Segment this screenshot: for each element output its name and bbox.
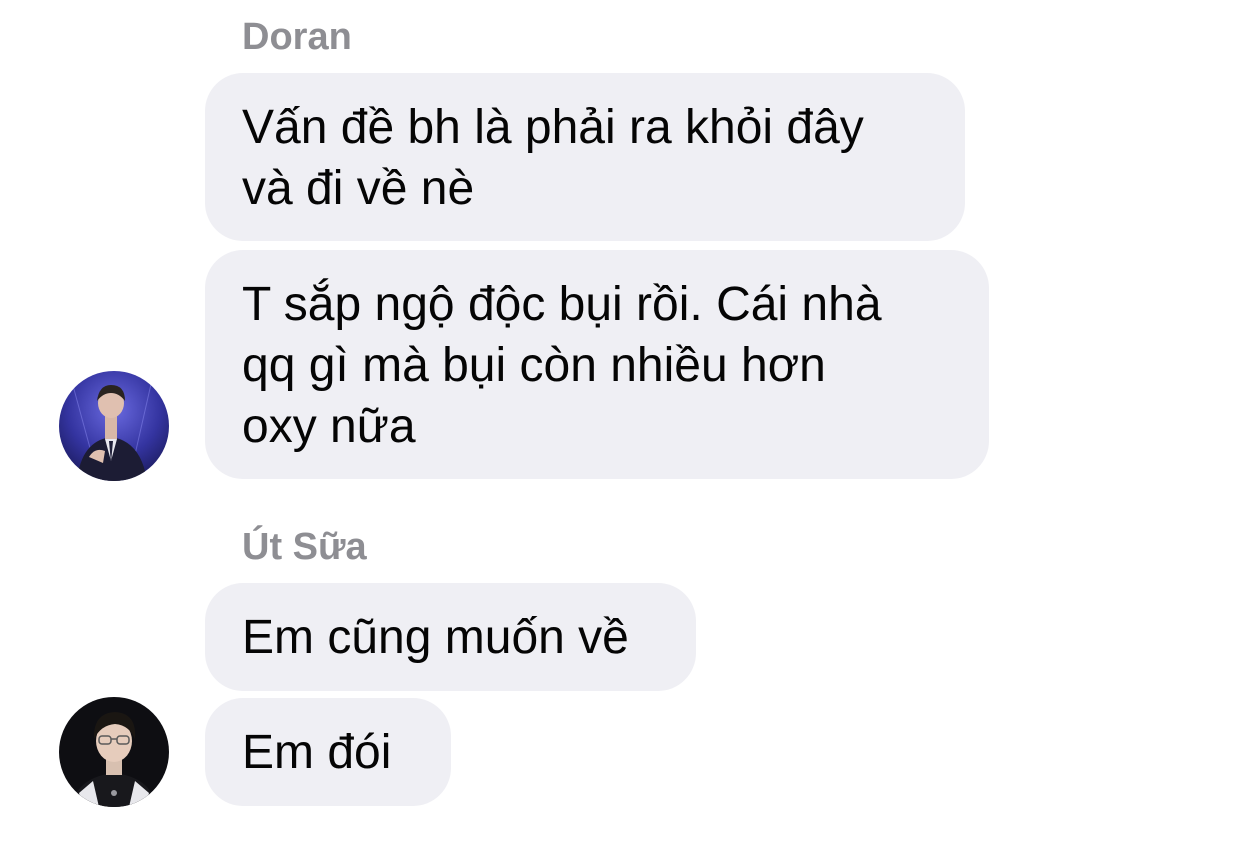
ut-sua-avatar[interactable] xyxy=(59,697,169,807)
message-bubble[interactable]: Vấn đề bh là phải ra khỏi đây và đi về n… xyxy=(205,73,965,241)
message-bubble[interactable]: T sắp ngộ độc bụi rồi. Cái nhà qq gì mà … xyxy=(205,250,989,479)
sender-name: Doran xyxy=(242,16,352,58)
message-bubble[interactable]: Em đói xyxy=(205,698,451,806)
profile-photo-icon xyxy=(59,371,169,481)
profile-photo-icon xyxy=(59,697,169,807)
message-bubble[interactable]: Em cũng muốn về xyxy=(205,583,696,691)
sender-name: Út Sữa xyxy=(242,526,367,568)
doran-avatar[interactable] xyxy=(59,371,169,481)
